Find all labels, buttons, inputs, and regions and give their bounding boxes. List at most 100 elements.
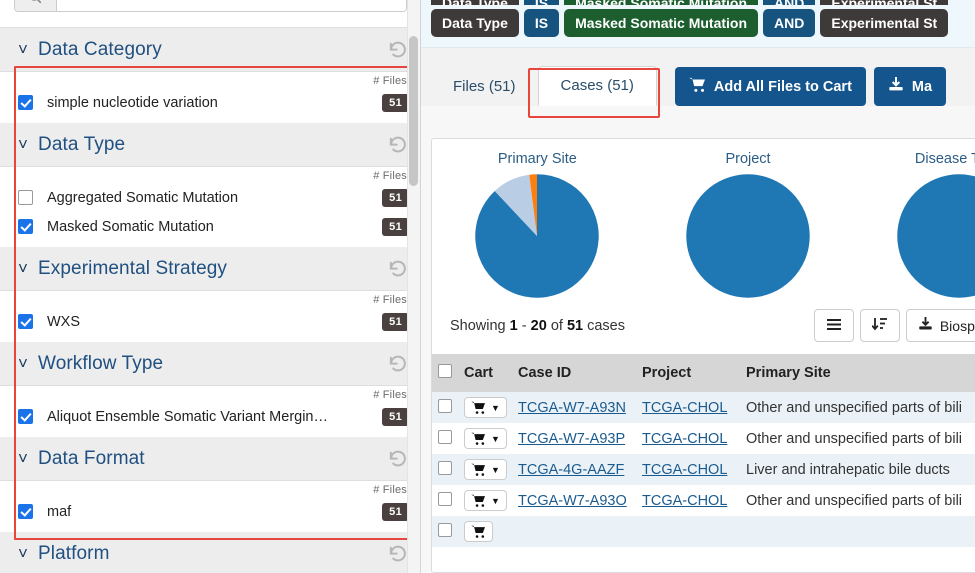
reset-icon[interactable] <box>387 134 409 156</box>
row-checkbox[interactable] <box>438 492 452 506</box>
project-link[interactable]: TCGA-CHOL <box>642 462 727 478</box>
row-cart-button[interactable] <box>464 521 493 542</box>
facet-checkbox[interactable] <box>18 409 33 424</box>
case-id-link[interactable]: TCGA-W7-A93P <box>518 431 625 447</box>
facet-item-label: Aliquot Ensemble Somatic Variant Mergin… <box>47 409 382 425</box>
row-checkbox[interactable] <box>438 399 452 413</box>
facet-header-workflow-type[interactable]: ˅Workflow Type <box>0 342 421 386</box>
pie-project[interactable] <box>685 173 811 299</box>
filter-clipped-chip[interactable]: Masked Somatic Mutation <box>564 0 758 5</box>
main-panel: Data TypeISMasked Somatic MutationANDExp… <box>421 0 975 573</box>
row-checkbox[interactable] <box>438 461 452 475</box>
facet-title: Experimental Strategy <box>38 258 387 280</box>
facet-header-data-format[interactable]: ˅Data Format <box>0 437 421 481</box>
facet-header-data-category[interactable]: ˅Data Category <box>0 28 421 72</box>
facet-checkbox[interactable] <box>18 219 33 234</box>
filter-clipped-chip[interactable]: IS <box>524 0 559 5</box>
facet-header-platform[interactable]: ˅Platform <box>0 532 421 573</box>
filter-chip[interactable]: Masked Somatic Mutation <box>564 9 758 37</box>
facet-item[interactable]: Aliquot Ensemble Somatic Variant Mergin…… <box>18 402 409 431</box>
facet-search-shell[interactable] <box>14 0 407 12</box>
row-cart-button[interactable]: ▼ <box>464 397 507 418</box>
showing-to: 20 <box>531 318 547 334</box>
biospecimen-download-button[interactable]: Biospecimen <box>906 309 975 342</box>
row-cart-cell: ▼ <box>458 392 512 423</box>
row-project-cell: TCGA-CHOL <box>636 485 740 516</box>
facet-item[interactable]: WXS51 <box>18 307 409 336</box>
reset-icon[interactable] <box>387 353 409 375</box>
facet-item[interactable]: simple nucleotide variation51 <box>18 88 409 117</box>
column-header-primary-site[interactable]: Primary Site <box>740 354 975 392</box>
row-cart-button[interactable]: ▼ <box>464 428 507 449</box>
cart-icon <box>471 494 486 507</box>
facet-body-data-format: # Filesmaf51 <box>0 481 421 532</box>
table-row[interactable]: ▼TCGA-W7-A93OTCGA-CHOLOther and unspecif… <box>432 485 975 516</box>
row-project-cell: TCGA-CHOL <box>636 392 740 423</box>
facet-checkbox[interactable] <box>18 314 33 329</box>
chevron-down-icon: ˅ <box>18 545 32 562</box>
row-cart-button[interactable]: ▼ <box>464 459 507 480</box>
column-header-project[interactable]: Project <box>636 354 740 392</box>
table-row[interactable] <box>432 516 975 547</box>
facet-list: ˅Data Category# Filessimple nucleotide v… <box>0 28 421 573</box>
filter-chip[interactable]: AND <box>763 9 815 37</box>
table-row[interactable]: ▼TCGA-4G-AAZFTCGA-CHOLLiver and intrahep… <box>432 454 975 485</box>
cart-icon <box>471 525 486 538</box>
table-row[interactable]: ▼TCGA-W7-A93PTCGA-CHOLOther and unspecif… <box>432 423 975 454</box>
row-checkbox[interactable] <box>438 430 452 444</box>
sidebar-scrollbar-thumb[interactable] <box>409 36 418 186</box>
column-header-case-id[interactable]: Case ID <box>512 354 636 392</box>
filter-clipped-chip[interactable]: Data Type <box>431 0 519 5</box>
add-all-files-to-cart-button[interactable]: Add All Files to Cart <box>675 67 866 106</box>
chart-title-primary-site: Primary Site <box>432 151 643 167</box>
facet-checkbox[interactable] <box>18 504 33 519</box>
filter-clipped-chip[interactable]: Experimental St <box>820 0 948 5</box>
cart-icon <box>471 432 486 445</box>
facet-item[interactable]: maf51 <box>18 497 409 526</box>
row-cart-button[interactable]: ▼ <box>464 490 507 511</box>
facet-item[interactable]: Masked Somatic Mutation51 <box>18 212 409 241</box>
filter-chip[interactable]: Data Type <box>431 9 519 37</box>
facet-item-label: maf <box>47 504 382 520</box>
table-row[interactable]: ▼TCGA-W7-A93NTCGA-CHOLOther and unspecif… <box>432 392 975 423</box>
reset-icon[interactable] <box>387 258 409 280</box>
filter-clipped-chip[interactable]: AND <box>763 0 815 5</box>
row-case-id-cell: TCGA-4G-AAZF <box>512 454 636 485</box>
active-filters-row-clipped: Data Type IS Masked Somatic Mutation AND Exp… <box>431 0 975 5</box>
select-all-checkbox[interactable] <box>438 364 452 378</box>
pie-disease-type[interactable] <box>896 173 975 299</box>
filter-chip[interactable]: IS <box>524 9 559 37</box>
row-cart-cell: ▼ <box>458 485 512 516</box>
row-select-cell <box>432 516 458 547</box>
column-selector-button[interactable] <box>814 309 854 342</box>
showing-dash: - <box>522 318 527 334</box>
row-select-cell <box>432 392 458 423</box>
sort-button[interactable] <box>860 309 900 342</box>
row-case-id-cell: TCGA-W7-A93O <box>512 485 636 516</box>
pie-primary-site[interactable] <box>474 173 600 299</box>
facet-search-input[interactable] <box>57 0 406 11</box>
facet-item[interactable]: Aggregated Somatic Mutation51 <box>18 183 409 212</box>
case-id-link[interactable]: TCGA-W7-A93N <box>518 400 626 416</box>
row-checkbox[interactable] <box>438 523 452 537</box>
reset-icon[interactable] <box>387 543 409 565</box>
facet-checkbox[interactable] <box>18 190 33 205</box>
facet-header-data-type[interactable]: ˅Data Type <box>0 123 421 167</box>
tab-files[interactable]: Files (51) <box>431 68 538 106</box>
column-header-cart[interactable]: Cart <box>458 354 512 392</box>
case-id-link[interactable]: TCGA-4G-AAZF <box>518 462 624 478</box>
reset-icon[interactable] <box>387 39 409 61</box>
project-link[interactable]: TCGA-CHOL <box>642 431 727 447</box>
filter-chip[interactable]: Experimental St <box>820 9 948 37</box>
case-id-link[interactable]: TCGA-W7-A93O <box>518 493 627 509</box>
facet-checkbox[interactable] <box>18 95 33 110</box>
sidebar-scrollbar-track[interactable] <box>407 0 420 573</box>
project-link[interactable]: TCGA-CHOL <box>642 493 727 509</box>
reset-icon[interactable] <box>387 448 409 470</box>
chart-project: Project <box>643 151 854 299</box>
facet-header-experimental-strategy[interactable]: ˅Experimental Strategy <box>0 247 421 291</box>
tab-cases[interactable]: Cases (51) <box>538 66 657 106</box>
facet-search-strip <box>0 0 421 28</box>
project-link[interactable]: TCGA-CHOL <box>642 400 727 416</box>
download-manifest-button[interactable]: Ma <box>874 67 946 106</box>
